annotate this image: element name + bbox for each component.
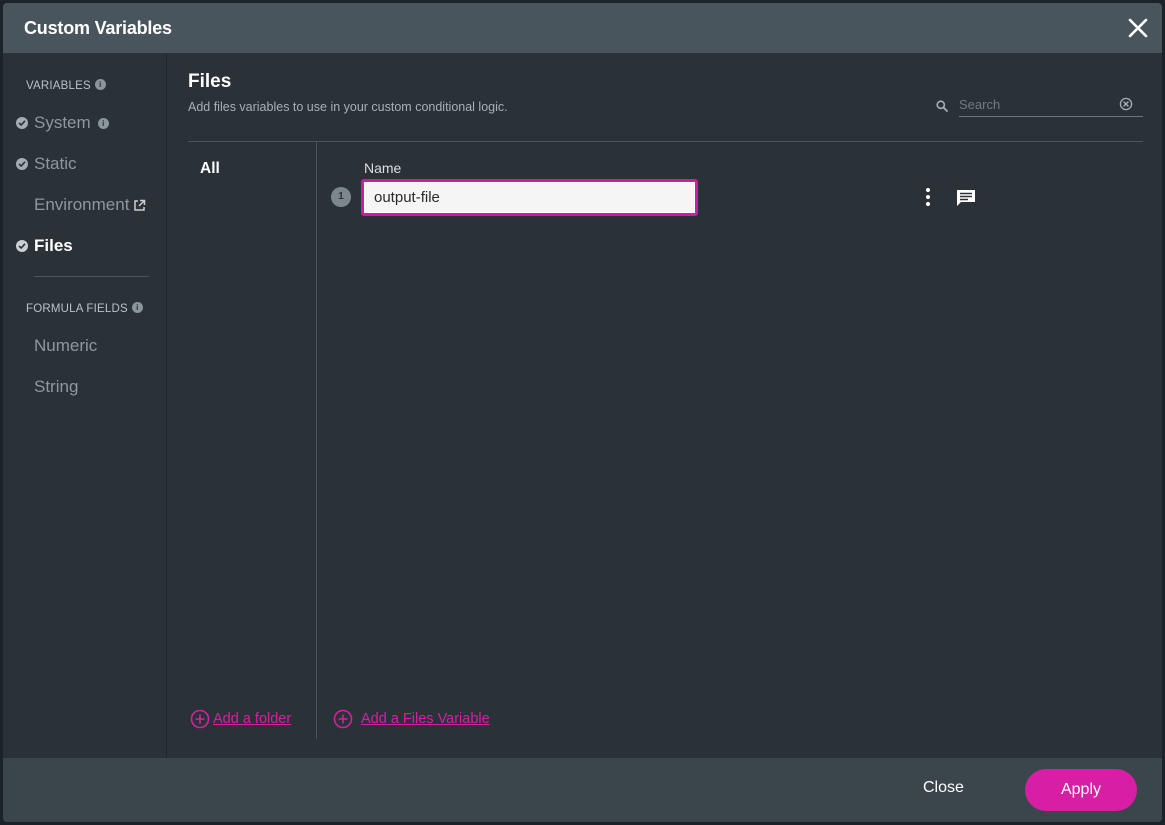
search-input[interactable]	[959, 93, 1143, 117]
variable-name-input[interactable]	[361, 179, 698, 216]
info-icon[interactable]: i	[131, 302, 143, 313]
formula-fields-section-label: FORMULA FIELDS i	[26, 302, 143, 315]
sidebar-item-label: System	[34, 113, 91, 132]
page-title: Files	[188, 71, 232, 92]
apply-button[interactable]: Apply	[1025, 769, 1137, 811]
folder-list: All	[188, 142, 317, 739]
more-options-icon[interactable]	[921, 186, 935, 208]
dialog-title: Custom Variables	[24, 18, 172, 38]
info-icon[interactable]: i	[97, 117, 109, 129]
check-icon	[16, 240, 28, 252]
page-subtitle: Add files variables to use in your custo…	[188, 100, 508, 114]
sidebar-item-label: String	[34, 377, 79, 396]
column-header-name: Name	[364, 160, 402, 176]
add-folder-label: Add a folder	[213, 711, 292, 727]
comment-icon[interactable]	[955, 188, 977, 213]
add-files-variable-button[interactable]: Add a Files Variable	[333, 709, 490, 729]
dialog-header: Custom Variables	[3, 3, 1162, 53]
sidebar-item-label: Numeric	[34, 336, 98, 355]
check-icon	[16, 158, 28, 170]
add-files-variable-label: Add a Files Variable	[361, 711, 490, 727]
external-link-icon	[134, 199, 146, 211]
add-folder-button[interactable]: Add a folder	[190, 709, 291, 729]
search-icon	[936, 100, 948, 112]
close-button[interactable]: Close	[923, 779, 964, 797]
add-circle-icon	[190, 709, 210, 729]
check-icon	[16, 117, 28, 129]
row-index-badge: 1	[331, 187, 351, 207]
sidebar-item-static[interactable]: Static	[16, 153, 77, 175]
variables-section-label: VARIABLES i	[26, 79, 106, 92]
dialog-footer: Close Apply	[3, 758, 1162, 822]
close-icon[interactable]	[1127, 17, 1149, 39]
folder-item-all[interactable]: All	[200, 160, 220, 178]
add-circle-icon	[333, 709, 353, 729]
sidebar-item-label: Files	[34, 236, 73, 255]
sidebar-divider	[34, 276, 149, 277]
sidebar-item-environment[interactable]: Environment	[16, 194, 146, 216]
variables-sidebar: VARIABLES i System i Static Environment Fi…	[3, 53, 167, 758]
sidebar-item-label: Environment	[34, 195, 130, 214]
sidebar-item-string[interactable]: String	[16, 376, 78, 398]
sidebar-item-system[interactable]: System i	[16, 112, 109, 134]
clear-search-icon[interactable]	[1119, 97, 1133, 111]
custom-variables-dialog: Custom Variables VARIABLES i System i Stat…	[3, 3, 1162, 822]
search-box	[933, 93, 1143, 118]
header-divider	[188, 141, 1143, 142]
sidebar-item-files[interactable]: Files	[16, 235, 73, 257]
info-icon[interactable]: i	[94, 79, 106, 90]
sidebar-item-numeric[interactable]: Numeric	[16, 335, 97, 357]
sidebar-item-label: Static	[34, 154, 77, 173]
